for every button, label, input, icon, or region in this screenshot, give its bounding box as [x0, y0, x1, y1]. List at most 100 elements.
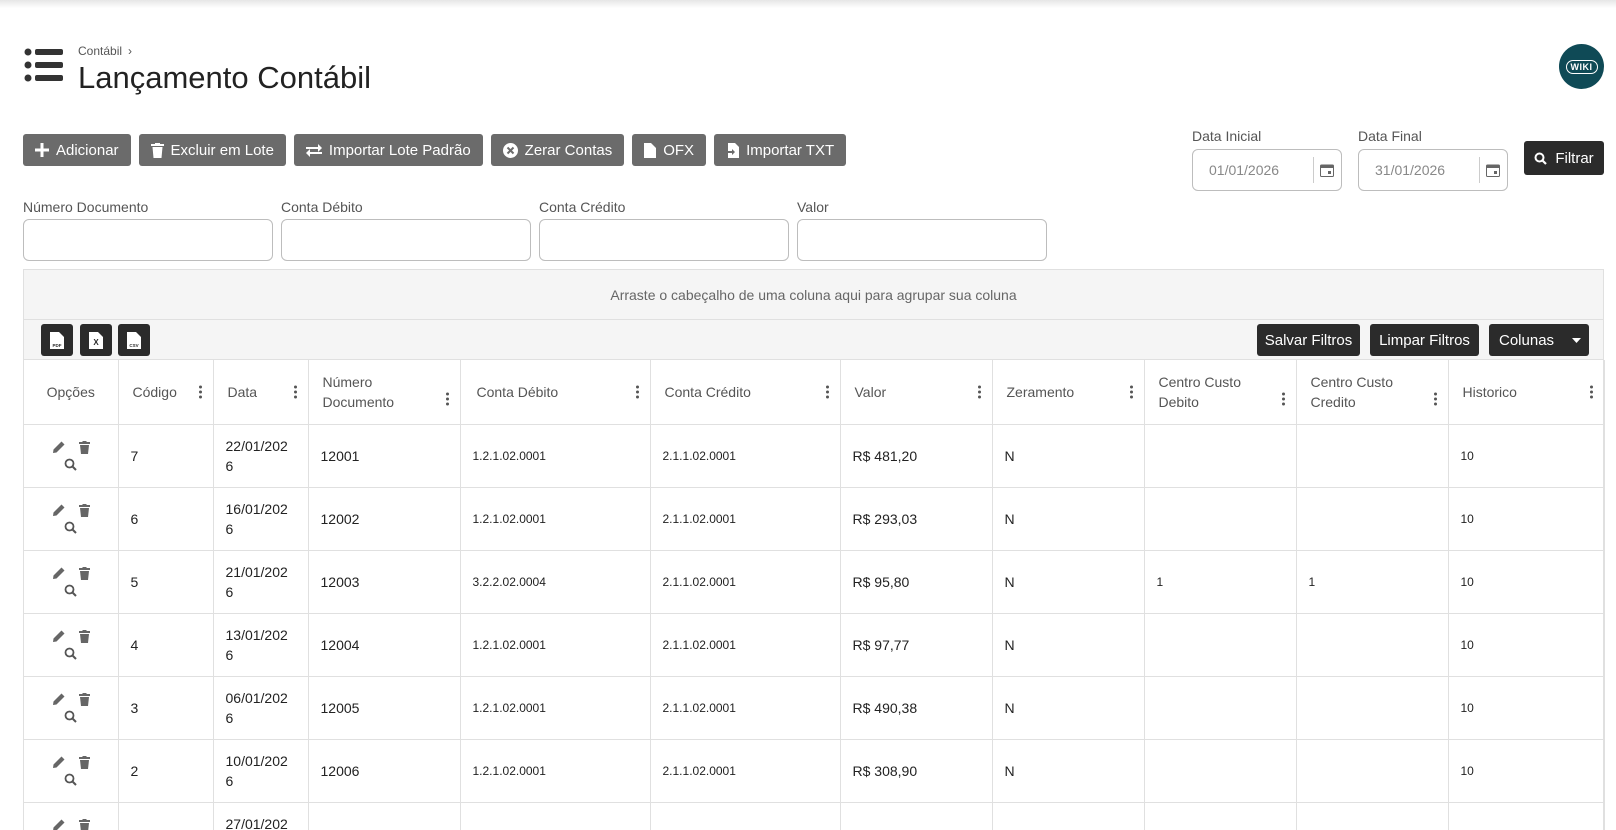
table-row[interactable]: 7 22/01/2026 12001 1.2.1.02.0001 2.1.1.02.00…	[24, 424, 1605, 488]
column-header-cost-center-debit[interactable]: Centro Custo Debito	[1144, 360, 1297, 425]
pdf-icon: PDF	[50, 331, 64, 349]
start-date-input[interactable]: 01/01/2026	[1192, 149, 1342, 191]
column-menu-icon[interactable]	[825, 383, 830, 400]
export-csv-button[interactable]: CSV	[118, 324, 150, 356]
doc-number-input[interactable]	[23, 219, 273, 261]
column-menu-icon[interactable]	[1129, 383, 1134, 400]
column-header-history[interactable]: Historico	[1448, 360, 1605, 425]
delete-icon[interactable]	[78, 692, 90, 706]
view-search-icon[interactable]	[64, 647, 77, 660]
column-menu-icon[interactable]	[635, 383, 640, 400]
column-menu-icon[interactable]	[977, 383, 982, 400]
cell-zeroing: N	[992, 550, 1145, 614]
delete-icon[interactable]	[78, 566, 90, 580]
cell-zeroing: N	[992, 739, 1145, 803]
cell-history: 10	[1448, 613, 1605, 677]
import-default-button[interactable]: Importar Lote Padrão	[293, 134, 483, 166]
circle-x-icon	[502, 142, 518, 158]
table-row[interactable]: 2 10/01/2026 12006 1.2.1.02.0001 2.1.1.02.00…	[24, 739, 1605, 803]
column-header-debit-account[interactable]: Conta Débito	[460, 360, 651, 425]
save-filters-button[interactable]: Salvar Filtros	[1257, 324, 1360, 356]
column-header-date[interactable]: Data	[213, 360, 309, 425]
caret-down-icon	[1572, 337, 1582, 343]
table-row[interactable]: 6 16/01/2026 12002 1.2.1.02.0001 2.1.1.02.00…	[24, 487, 1605, 551]
column-menu-icon[interactable]	[293, 383, 298, 400]
export-excel-button[interactable]: X	[80, 324, 112, 356]
delete-icon[interactable]	[78, 440, 90, 454]
column-header-cost-center-credit[interactable]: Centro Custo Credito	[1296, 360, 1449, 425]
delete-icon[interactable]	[78, 629, 90, 643]
column-menu-icon[interactable]	[1433, 391, 1438, 408]
batch-delete-button[interactable]: Excluir em Lote	[138, 134, 286, 166]
cell-debit-account: 3.2.2.02.0004	[460, 550, 651, 614]
edit-icon[interactable]	[52, 630, 65, 643]
view-search-icon[interactable]	[64, 521, 77, 534]
import-default-label: Importar Lote Padrão	[328, 141, 471, 159]
table-row[interactable]: 4 13/01/2026 12004 1.2.1.02.0001 2.1.1.02.00…	[24, 613, 1605, 677]
cell-credit-account	[650, 802, 841, 830]
edit-icon[interactable]	[52, 693, 65, 706]
breadcrumb-parent-link[interactable]: Contábil	[78, 44, 122, 58]
edit-icon[interactable]	[52, 819, 65, 830]
cell-credit-account: 2.1.1.02.0001	[650, 550, 841, 614]
cell-cost-center-credit	[1296, 739, 1449, 803]
debit-account-input[interactable]	[281, 219, 531, 261]
end-date-group: Data Final 31/01/2026	[1358, 128, 1508, 191]
calendar-icon[interactable]	[1479, 157, 1505, 183]
view-search-icon[interactable]	[64, 773, 77, 786]
end-date-input[interactable]: 31/01/2026	[1358, 149, 1508, 191]
columns-dropdown[interactable]: Colunas	[1489, 324, 1589, 356]
edit-icon[interactable]	[52, 441, 65, 454]
column-header-credit-account[interactable]: Conta Crédito	[650, 360, 841, 425]
ofx-button[interactable]: OFX	[632, 134, 707, 166]
cell-cost-center-credit	[1296, 424, 1449, 488]
column-menu-icon[interactable]	[445, 391, 450, 408]
column-header-code[interactable]: Código	[118, 360, 214, 425]
cell-code: 7	[118, 424, 214, 488]
import-txt-label: Importar TXT	[746, 141, 835, 159]
credit-account-input[interactable]	[539, 219, 789, 261]
row-options-cell	[24, 550, 119, 614]
table-row[interactable]: 5 21/01/2026 12003 3.2.2.02.0004 2.1.1.02.00…	[24, 550, 1605, 614]
view-search-icon[interactable]	[64, 584, 77, 597]
column-menu-icon[interactable]	[1281, 391, 1286, 408]
value-filter: Valor	[797, 199, 1047, 261]
excel-icon: X	[89, 331, 103, 349]
calendar-icon[interactable]	[1313, 157, 1339, 183]
cell-date: 16/01/2026	[213, 487, 309, 551]
view-search-icon[interactable]	[64, 710, 77, 723]
row-options-cell	[24, 424, 119, 488]
delete-icon[interactable]	[78, 818, 90, 830]
edit-icon[interactable]	[52, 756, 65, 769]
list-menu-icon[interactable]	[24, 47, 64, 83]
cell-cost-center-credit	[1296, 613, 1449, 677]
delete-icon[interactable]	[78, 503, 90, 517]
cell-debit-account: 1.2.1.02.0001	[460, 676, 651, 740]
clear-filters-button[interactable]: Limpar Filtros	[1370, 324, 1479, 356]
cell-history: 10	[1448, 424, 1605, 488]
edit-icon[interactable]	[52, 567, 65, 580]
column-header-value[interactable]: Valor	[840, 360, 993, 425]
group-panel[interactable]: Arraste o cabeçalho de uma coluna aqui p…	[24, 270, 1603, 320]
value-input[interactable]	[797, 219, 1047, 261]
cell-date: 06/01/2026	[213, 676, 309, 740]
column-header-zeroing[interactable]: Zeramento	[992, 360, 1145, 425]
column-menu-icon[interactable]	[198, 383, 203, 400]
import-txt-button[interactable]: Importar TXT	[714, 134, 847, 166]
reset-accounts-label: Zerar Contas	[524, 141, 613, 159]
table-row[interactable]: 27/01/2026	[24, 802, 1605, 830]
view-search-icon[interactable]	[64, 458, 77, 471]
wiki-button[interactable]: WIKI	[1559, 44, 1604, 89]
table-row[interactable]: 3 06/01/2026 12005 1.2.1.02.0001 2.1.1.02.00…	[24, 676, 1605, 740]
edit-icon[interactable]	[52, 504, 65, 517]
column-menu-icon[interactable]	[1589, 383, 1594, 400]
delete-icon[interactable]	[78, 755, 90, 769]
filter-button[interactable]: Filtrar	[1524, 141, 1604, 175]
cell-history: 10	[1448, 487, 1605, 551]
export-pdf-button[interactable]: PDF	[41, 324, 73, 356]
column-header-doc-number[interactable]: Número Documento	[308, 360, 461, 425]
add-button-label: Adicionar	[56, 141, 119, 159]
add-button[interactable]: Adicionar	[23, 134, 131, 166]
cell-value: R$ 97,77	[840, 613, 993, 677]
reset-accounts-button[interactable]: Zerar Contas	[490, 134, 625, 166]
